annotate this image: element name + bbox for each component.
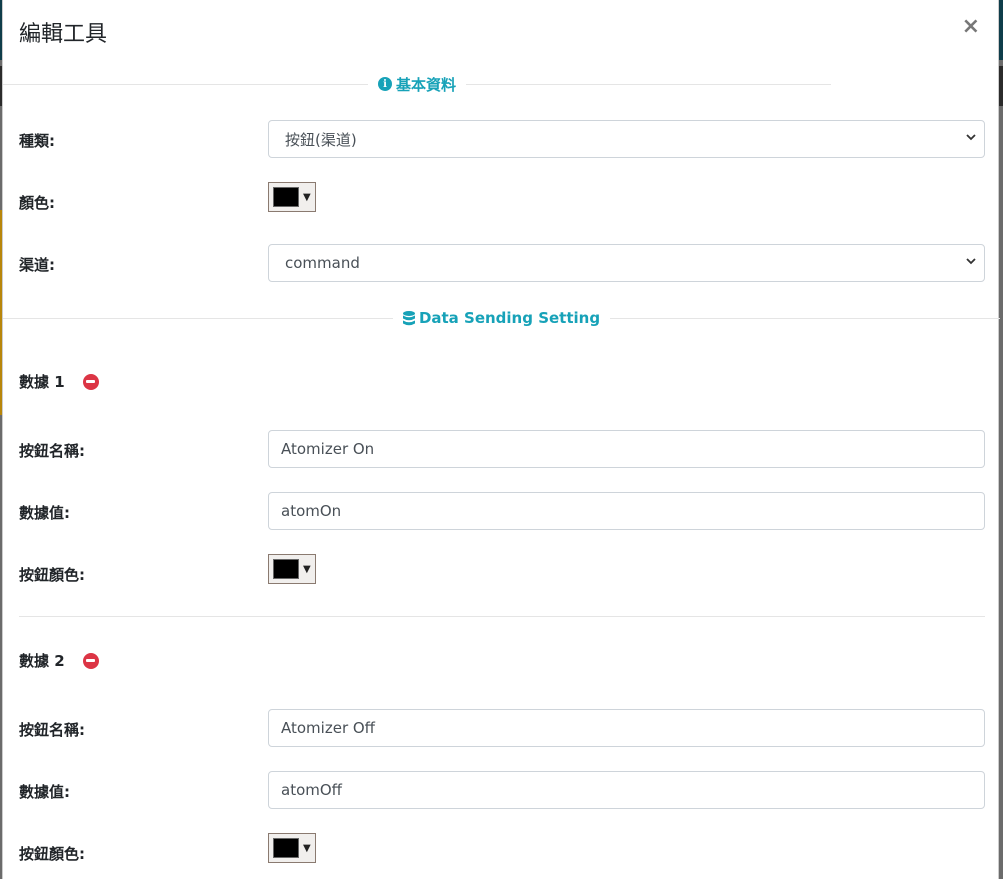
color-swatch [273, 559, 299, 579]
divider-line [610, 317, 1001, 319]
data-item-1-name-row: 按鈕名稱: Atomizer On [19, 430, 985, 468]
dropdown-arrow-icon: ▼ [303, 563, 311, 575]
chevron-down-icon [966, 258, 976, 265]
type-label: 種類: [19, 132, 55, 150]
dropdown-arrow-icon: ▼ [303, 842, 311, 854]
button-color-label: 按鈕顏色: [19, 566, 85, 584]
data-item-2-title: 數據 2 [19, 652, 65, 670]
channel-select-value: command [285, 254, 360, 272]
close-button[interactable]: × [962, 14, 980, 40]
section-basic-heading: i 基本資料 [368, 74, 466, 95]
dropdown-arrow-icon: ▼ [303, 191, 311, 203]
data-item-1-header: 數據 1 [19, 371, 99, 392]
color-label: 顏色: [19, 194, 55, 212]
database-icon [402, 310, 415, 326]
section-sending-divider: Data Sending Setting [3, 306, 1001, 330]
remove-data-item-2-icon[interactable] [82, 652, 99, 669]
divider-line [3, 317, 393, 319]
button-name-input[interactable]: Atomizer On [268, 430, 985, 468]
color-picker[interactable]: ▼ [268, 182, 316, 212]
data-item-2-color-row: 按鈕顏色: ▼ [19, 833, 985, 871]
section-sending-label: Data Sending Setting [418, 309, 601, 327]
button-color-picker[interactable]: ▼ [268, 833, 316, 863]
color-row: 顏色: ▼ [19, 182, 985, 220]
button-color-picker[interactable]: ▼ [268, 554, 316, 584]
type-select[interactable]: 按鈕(渠道) [268, 120, 985, 158]
edit-tool-modal: 編輯工具 × i 基本資料 種類: 按鈕(渠道) 顏色: ▼ 渠道: comma… [2, 0, 1001, 879]
remove-data-item-1-icon[interactable] [82, 373, 99, 390]
type-row: 種類: 按鈕(渠道) [19, 120, 985, 158]
data-value-label: 數據值: [19, 504, 70, 522]
section-sending-heading: Data Sending Setting [393, 309, 610, 327]
data-value-input[interactable]: atomOn [268, 492, 985, 530]
color-swatch [273, 838, 299, 858]
divider-line [466, 83, 832, 85]
channel-label: 渠道: [19, 256, 55, 274]
data-item-separator [19, 616, 985, 617]
modal-title: 編輯工具 [19, 22, 108, 47]
type-select-value: 按鈕(渠道) [285, 130, 357, 149]
color-swatch [273, 187, 299, 207]
channel-row: 渠道: command [19, 244, 985, 282]
button-color-label: 按鈕顏色: [19, 845, 85, 863]
data-value-label: 數據值: [19, 783, 70, 801]
data-item-1-value-row: 數據值: atomOn [19, 492, 985, 530]
data-item-2-name-row: 按鈕名稱: Atomizer Off [19, 709, 985, 747]
button-name-input[interactable]: Atomizer Off [268, 709, 985, 747]
data-value-input[interactable]: atomOff [268, 771, 985, 809]
button-name-label: 按鈕名稱: [19, 442, 85, 460]
data-item-2-value-row: 數據值: atomOff [19, 771, 985, 809]
button-name-label: 按鈕名稱: [19, 721, 85, 739]
section-basic-label: 基本資料 [396, 75, 457, 94]
divider-line [3, 83, 368, 85]
data-item-1-title: 數據 1 [19, 373, 65, 391]
data-item-2-header: 數據 2 [19, 650, 99, 671]
channel-select[interactable]: command [268, 244, 985, 282]
data-item-1-color-row: 按鈕顏色: ▼ [19, 554, 985, 592]
chevron-down-icon [966, 134, 976, 141]
section-basic-divider: i 基本資料 [3, 72, 832, 96]
modal-header: 編輯工具 × [3, 0, 998, 62]
info-icon: i [378, 77, 392, 91]
